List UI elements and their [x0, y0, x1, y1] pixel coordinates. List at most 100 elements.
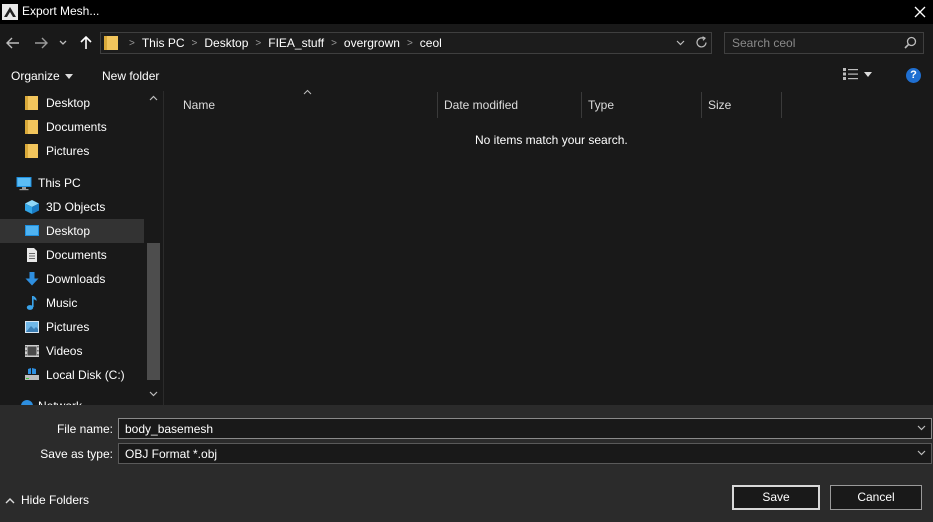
file-name-label: File name:	[56, 422, 113, 436]
folder-icon	[25, 120, 38, 134]
breadcrumb-fiea-stuff[interactable]: FIEA_stuff	[268, 36, 324, 50]
computer-icon	[16, 177, 32, 191]
nav-item-label: Pictures	[46, 320, 90, 334]
nav-scrollbar-thumb[interactable]	[147, 243, 160, 380]
help-icon[interactable]: ?	[906, 68, 921, 83]
app-icon	[2, 4, 18, 20]
nav-item-this-pc[interactable]: This PC	[0, 171, 144, 195]
nav-item-music[interactable]: Music	[0, 291, 144, 315]
nav-item-label: This PC	[38, 176, 81, 190]
forward-button[interactable]	[31, 34, 51, 52]
hide-folders-button[interactable]: Hide Folders	[5, 493, 89, 507]
nav-item-label: Documents	[46, 248, 107, 262]
forward-arrow-icon	[35, 37, 48, 49]
chevron-up-icon	[5, 497, 15, 503]
nav-item-quick-documents[interactable]: Documents	[0, 115, 144, 139]
breadcrumb-separator: >	[191, 37, 198, 49]
chevron-up-icon	[149, 95, 158, 101]
nav-item-pictures[interactable]: Pictures	[0, 315, 144, 339]
nav-item-label: 3D Objects	[46, 200, 106, 214]
breadcrumb-ceol[interactable]: ceol	[420, 36, 442, 50]
file-name-combobox	[118, 418, 932, 439]
caret-down-icon	[64, 73, 73, 79]
close-button[interactable]	[906, 0, 933, 24]
nav-item-local-disk[interactable]: Local Disk (C:)	[0, 363, 144, 387]
title-bar	[0, 0, 933, 24]
nav-item-quick-pictures[interactable]: Pictures	[0, 139, 144, 163]
scroll-up-button[interactable]	[149, 95, 158, 101]
up-button[interactable]	[76, 34, 96, 52]
nav-item-documents[interactable]: Documents	[0, 243, 144, 267]
nav-item-downloads[interactable]: Downloads	[0, 267, 144, 291]
folder-icon	[25, 96, 38, 110]
nav-item-label: Desktop	[46, 224, 91, 238]
document-icon	[27, 248, 37, 262]
nav-item-label: Videos	[46, 344, 83, 358]
details-view-icon	[843, 68, 858, 80]
breadcrumb: > This PC > Desktop > FIEA_stuff > overg…	[122, 33, 442, 53]
cube-icon	[25, 200, 39, 214]
navigation-pane: Desktop Documents Pictures This PC 3D Ob…	[0, 91, 163, 405]
back-arrow-icon	[6, 37, 19, 49]
column-divider[interactable]	[437, 92, 438, 118]
folder-icon	[25, 144, 38, 158]
column-divider[interactable]	[581, 92, 582, 118]
breadcrumb-separator: >	[129, 37, 135, 49]
caret-down-icon	[864, 71, 872, 77]
nav-item-desktop[interactable]: Desktop	[0, 219, 144, 243]
nav-item-label: Pictures	[46, 144, 90, 158]
nav-item-label: Desktop	[46, 96, 91, 110]
breadcrumb-separator: >	[255, 37, 262, 49]
close-icon	[914, 6, 925, 18]
search-box	[724, 32, 924, 54]
new-folder-button[interactable]: New folder	[102, 69, 159, 83]
column-divider[interactable]	[781, 92, 782, 118]
disk-icon	[25, 368, 39, 380]
chevron-down-icon	[59, 40, 67, 45]
column-header-name[interactable]: Name	[183, 92, 215, 118]
breadcrumb-separator: >	[406, 37, 413, 49]
sort-ascending-icon	[303, 89, 312, 95]
breadcrumb-this-pc[interactable]: This PC	[142, 36, 185, 50]
recent-locations-button[interactable]	[56, 34, 70, 52]
save-type-label: Save as type:	[40, 447, 113, 461]
nav-item-label: Local Disk (C:)	[46, 368, 125, 382]
file-name-input[interactable]	[119, 419, 905, 438]
address-history-dropdown[interactable]	[676, 40, 685, 46]
change-view-button[interactable]	[843, 68, 872, 80]
address-folder-icon	[104, 35, 118, 51]
column-header-size[interactable]: Size	[708, 92, 731, 118]
refresh-icon	[696, 36, 707, 48]
organize-menu[interactable]: Organize	[11, 69, 73, 83]
column-header-type[interactable]: Type	[588, 92, 614, 118]
up-arrow-icon	[80, 36, 92, 49]
window-title: Export Mesh...	[22, 4, 100, 18]
search-input[interactable]	[725, 33, 902, 53]
save-type-value: OBJ Format *.obj	[125, 447, 218, 461]
column-header-date-modified[interactable]: Date modified	[444, 92, 518, 118]
refresh-button[interactable]	[695, 36, 708, 49]
chevron-down-icon	[917, 450, 926, 456]
save-button[interactable]: Save	[732, 485, 820, 510]
nav-item-label: Documents	[46, 120, 107, 134]
empty-list-message: No items match your search.	[475, 133, 628, 147]
hide-folders-label: Hide Folders	[21, 493, 90, 507]
nav-item-label: Music	[46, 296, 78, 310]
scroll-down-button[interactable]	[149, 391, 158, 397]
breadcrumb-desktop[interactable]: Desktop	[204, 36, 248, 50]
back-button[interactable]	[3, 34, 23, 52]
chevron-down-icon[interactable]	[917, 425, 926, 431]
cancel-button[interactable]: Cancel	[830, 485, 922, 510]
chevron-down-icon	[676, 40, 685, 46]
desktop-icon	[25, 225, 39, 236]
chevron-down-icon	[149, 391, 158, 397]
column-divider[interactable]	[701, 92, 702, 118]
nav-item-quick-desktop[interactable]: Desktop	[0, 91, 144, 115]
organize-label: Organize	[11, 69, 60, 83]
nav-item-3d-objects[interactable]: 3D Objects	[0, 195, 144, 219]
save-type-select[interactable]: OBJ Format *.obj	[118, 443, 932, 464]
music-icon	[26, 296, 37, 310]
nav-item-videos[interactable]: Videos	[0, 339, 144, 363]
breadcrumb-overgrown[interactable]: overgrown	[344, 36, 400, 50]
nav-item-label: Downloads	[46, 272, 106, 286]
